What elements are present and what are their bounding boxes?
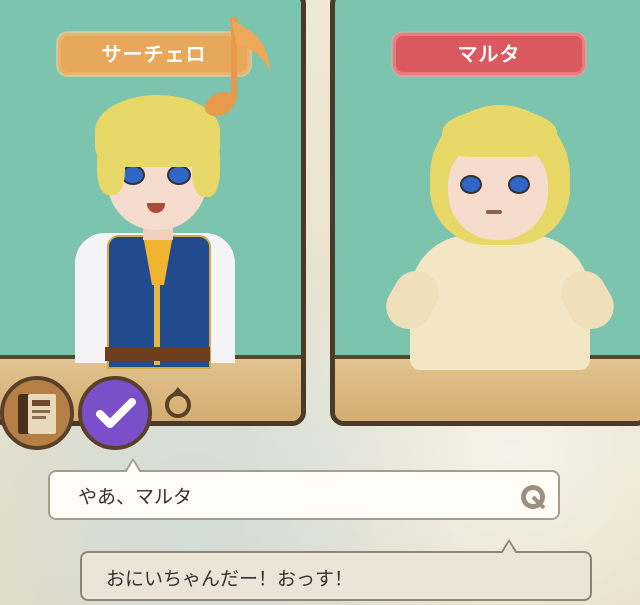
checkmark-icon [96, 398, 136, 428]
book-button[interactable] [0, 376, 74, 450]
advance-icon[interactable] [518, 482, 548, 512]
name-tag-right: マルタ [393, 33, 585, 75]
dialogue-text-line-2: おにいちゃんだー！おっす！ [106, 568, 354, 590]
book-icon [18, 394, 56, 434]
dialogue-bubble-speaker: やあ、マルタ [48, 458, 560, 520]
ring-icon [165, 387, 191, 418]
confirm-button[interactable] [78, 376, 152, 450]
character-marta-portrait [378, 95, 622, 375]
music-note-icon [204, 17, 270, 117]
dialogue-text-line-1: やあ、マルタ [78, 486, 193, 508]
dialogue-bubble-reply: おにいちゃんだー！おっす！ [80, 539, 592, 601]
character-sacello-portrait [57, 85, 257, 385]
